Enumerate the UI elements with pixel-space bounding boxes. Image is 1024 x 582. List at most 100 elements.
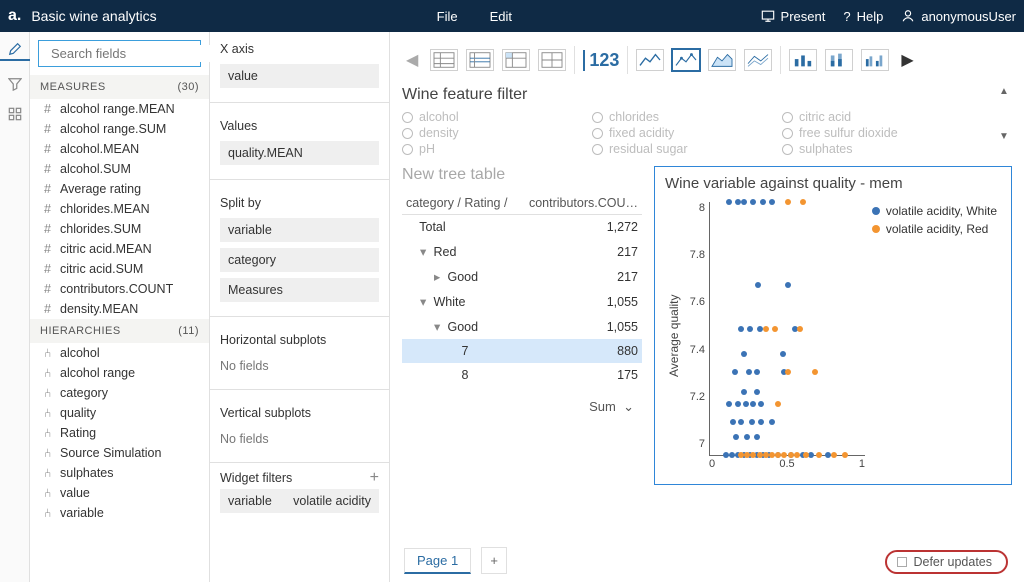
measure-item[interactable]: #alcohol.MEAN <box>30 139 209 159</box>
toolbar-next-icon[interactable]: ▶ <box>897 50 917 70</box>
chart-type-bar[interactable] <box>789 49 817 71</box>
hierarchy-item[interactable]: ⑃quality <box>30 403 209 423</box>
measure-item[interactable]: #Average rating <box>30 179 209 199</box>
chart-type-stacked-bar[interactable] <box>825 49 853 71</box>
data-point[interactable] <box>744 434 750 440</box>
chart-type-area[interactable] <box>708 49 736 71</box>
x-axis-chip[interactable]: value <box>220 64 379 88</box>
toolbar-prev-icon[interactable]: ◀ <box>402 50 422 70</box>
user-menu[interactable]: anonymousUser <box>901 9 1016 24</box>
chart-type-pivot-table[interactable] <box>502 49 530 71</box>
split-chip-1[interactable]: category <box>220 248 379 272</box>
data-point[interactable] <box>800 199 806 205</box>
data-point[interactable] <box>732 369 738 375</box>
values-chip[interactable]: quality.MEAN <box>220 141 379 165</box>
data-point[interactable] <box>757 326 763 332</box>
data-point[interactable] <box>750 199 756 205</box>
measure-item[interactable]: #contributors.COUNT <box>30 279 209 299</box>
filter-option[interactable]: pH <box>402 142 592 156</box>
table-row[interactable]: ▾ Good1,055 <box>402 314 642 339</box>
data-point[interactable] <box>726 401 732 407</box>
data-point[interactable] <box>746 369 752 375</box>
defer-checkbox[interactable] <box>897 557 907 567</box>
measure-item[interactable]: #alcohol range.SUM <box>30 119 209 139</box>
filter-option[interactable]: chlorides <box>592 110 782 124</box>
data-point[interactable] <box>749 419 755 425</box>
data-point[interactable] <box>785 369 791 375</box>
add-filter-icon[interactable]: + <box>370 472 379 484</box>
data-point[interactable] <box>785 199 791 205</box>
aggregation-selector[interactable]: Sum ⌄ <box>402 387 642 415</box>
scatter-chart-widget[interactable]: Wine variable against quality - mem Aver… <box>654 166 1012 485</box>
chart-type-scatter[interactable] <box>672 49 700 71</box>
filter-option[interactable]: alcohol <box>402 110 592 124</box>
data-point[interactable] <box>741 389 747 395</box>
filter-option[interactable]: sulphates <box>782 142 972 156</box>
hierarchy-item[interactable]: ⑃sulphates <box>30 463 209 483</box>
data-point[interactable] <box>812 369 818 375</box>
filter-option[interactable]: residual sugar <box>592 142 782 156</box>
data-point[interactable] <box>747 326 753 332</box>
defer-updates-toggle[interactable]: Defer updates <box>885 550 1008 574</box>
measures-header[interactable]: MEASURES(30) <box>30 75 209 99</box>
table-row[interactable]: 7880 <box>402 339 642 363</box>
table-row[interactable]: 8175 <box>402 363 642 387</box>
data-point[interactable] <box>735 401 741 407</box>
help-button[interactable]: ? Help <box>843 9 883 24</box>
data-point[interactable] <box>730 419 736 425</box>
menu-file[interactable]: File <box>437 9 458 24</box>
data-point[interactable] <box>763 326 769 332</box>
data-point[interactable] <box>741 199 747 205</box>
plot-area[interactable] <box>709 202 865 456</box>
measure-item[interactable]: #alcohol range.MEAN <box>30 99 209 119</box>
data-point[interactable] <box>726 199 732 205</box>
hierarchy-item[interactable]: ⑃alcohol range <box>30 363 209 383</box>
data-point[interactable] <box>769 419 775 425</box>
measure-item[interactable]: #citric acid.MEAN <box>30 239 209 259</box>
data-point[interactable] <box>760 199 766 205</box>
hierarchy-item[interactable]: ⑃Rating <box>30 423 209 443</box>
rail-filter-icon[interactable] <box>0 77 30 91</box>
search-field[interactable] <box>38 40 201 67</box>
data-point[interactable] <box>738 326 744 332</box>
data-point[interactable] <box>772 326 778 332</box>
data-point[interactable] <box>755 282 761 288</box>
data-point[interactable] <box>758 419 764 425</box>
table-row[interactable]: Total1,272 <box>402 215 642 240</box>
menu-edit[interactable]: Edit <box>490 9 512 24</box>
chart-type-line[interactable] <box>636 49 664 71</box>
hierarchy-item[interactable]: ⑃Source Simulation <box>30 443 209 463</box>
chart-type-multi-line[interactable] <box>744 49 772 71</box>
chart-type-tree-table[interactable] <box>466 49 494 71</box>
table-row[interactable]: ▾ White1,055 <box>402 289 642 314</box>
filter-option[interactable]: free sulfur dioxide <box>782 126 972 140</box>
hierarchy-item[interactable]: ⑃category <box>30 383 209 403</box>
add-page-button[interactable]: + <box>481 547 507 574</box>
filter-scrollbar[interactable]: ▲ ▼ <box>996 86 1012 142</box>
measure-item[interactable]: #citric acid.SUM <box>30 259 209 279</box>
split-chip-0[interactable]: variable <box>220 218 379 242</box>
rail-dashboard-icon[interactable] <box>0 107 30 121</box>
chart-type-kpi[interactable]: 123 <box>583 50 619 71</box>
data-point[interactable] <box>758 401 764 407</box>
scroll-up-icon[interactable]: ▲ <box>999 86 1009 97</box>
data-point[interactable] <box>797 326 803 332</box>
data-point[interactable] <box>750 401 756 407</box>
data-point[interactable] <box>769 199 775 205</box>
split-chip-2[interactable]: Measures <box>220 278 379 302</box>
table-row[interactable]: ▸ Good217 <box>402 264 642 289</box>
hierarchies-header[interactable]: HIERARCHIES(11) <box>30 319 209 343</box>
table-row[interactable]: ▾ Red217 <box>402 239 642 264</box>
table-col-1[interactable]: category / Rating / <box>402 192 522 215</box>
data-point[interactable] <box>785 282 791 288</box>
page-tab[interactable]: Page 1 <box>404 548 471 574</box>
measure-item[interactable]: #chlorides.MEAN <box>30 199 209 219</box>
filter-option[interactable]: fixed acidity <box>592 126 782 140</box>
measure-item[interactable]: #density.MEAN <box>30 299 209 319</box>
chart-type-matrix[interactable] <box>538 49 566 71</box>
data-point[interactable] <box>735 199 741 205</box>
filter-option[interactable]: density <box>402 126 592 140</box>
data-point[interactable] <box>743 401 749 407</box>
filter-chip[interactable]: variablevolatile acidity <box>220 489 379 513</box>
hierarchy-item[interactable]: ⑃variable <box>30 503 209 523</box>
